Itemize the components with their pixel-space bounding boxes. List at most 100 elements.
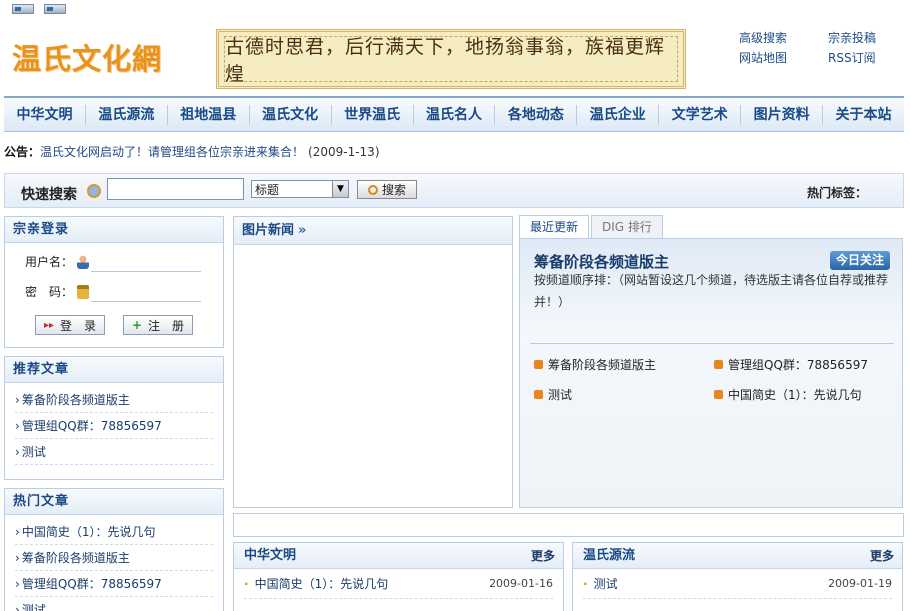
username-field[interactable] <box>91 271 201 272</box>
picture-news-header: 图片新闻» <box>234 217 512 245</box>
list-item[interactable]: 管理组QQ群：78856597 <box>15 571 213 597</box>
bookmark-icon[interactable] <box>44 4 66 14</box>
notice-date: (2009-1-13) <box>308 145 380 159</box>
news-bullet-icon <box>534 390 543 399</box>
today-focus-badge: 今日关注 <box>830 251 890 270</box>
search-type-select[interactable]: 标题 ▼ <box>251 180 349 198</box>
arrow-right-icon: ▸▸ <box>43 319 55 331</box>
recent-updates-panel: 筹备阶段各频道版主 今日关注 按频道顺序排：（网站暂设这几个频道，待选版主请各位… <box>519 238 903 508</box>
hot-tags-label: 热门标签： <box>807 186 868 200</box>
ad-strip <box>233 513 904 537</box>
nav-item[interactable]: 文学艺术 <box>659 104 742 125</box>
hot-title: 热门文章 <box>5 489 223 515</box>
hot-panel: 热门文章 中国简史（1）：先说几句 筹备阶段各频道版主 管理组QQ群：78856… <box>4 488 224 611</box>
search-input[interactable] <box>107 178 244 200</box>
list-item[interactable]: 测试 <box>15 439 213 465</box>
notice-bar: 公告：温氏文化网启动了！请管理组各位宗亲进来集合！ (2009-1-13) <box>4 143 380 160</box>
username-label: 用户名： <box>25 255 74 269</box>
category-header: 中华文明 更多 <box>234 543 563 569</box>
search-type-value: 标题 <box>255 182 280 197</box>
nav-item[interactable]: 关于本站 <box>823 105 904 125</box>
submit-article-link[interactable]: 宗亲投稿 <box>828 29 876 46</box>
category-header: 温氏源流 更多 <box>573 543 902 569</box>
update-link-text: 管理组QQ群：78856597 <box>728 358 868 372</box>
news-bullet-icon <box>714 390 723 399</box>
search-button[interactable]: 搜索 <box>357 180 417 199</box>
list-item[interactable]: 管理组QQ群：78856597 <box>15 413 213 439</box>
tab-dig-ranking[interactable]: DIG 排行 <box>591 215 663 239</box>
user-icon <box>77 254 90 269</box>
recommended-panel: 推荐文章 筹备阶段各频道版主 管理组QQ群：78856597 测试 <box>4 356 224 480</box>
site-logo[interactable]: 温氏文化網 <box>12 36 182 76</box>
advanced-search-link[interactable]: 高级搜索 <box>739 29 787 46</box>
top-mini-icons <box>12 4 66 16</box>
password-field[interactable] <box>91 301 201 302</box>
notice-label: 公告： <box>4 145 41 159</box>
list-item: 中国简史（1）：先说几句 2009-01-16 <box>244 569 553 599</box>
nav-item[interactable]: 祖地温县 <box>168 104 250 125</box>
tab-recent-updates[interactable]: 最近更新 <box>519 215 590 239</box>
category-panel-origins: 温氏源流 更多 测试 2009-01-19 <box>572 542 903 611</box>
list-item[interactable]: 筹备阶段各频道版主 <box>15 545 213 571</box>
nav-item[interactable]: 温氏文化 <box>250 104 332 125</box>
search-label: 快速搜索 <box>21 187 77 203</box>
featured-description: 按频道顺序排：（网站暂设这几个频道，待选版主请各位自荐或推荐并！） <box>534 273 889 309</box>
update-link-text: 筹备阶段各频道版主 <box>548 358 657 372</box>
window-icon[interactable] <box>12 4 34 14</box>
picture-news-title: 图片新闻 <box>242 223 295 238</box>
update-link[interactable]: 筹备阶段各频道版主 <box>534 356 656 373</box>
banner-text: 古德时思君，后行满天下，地扬翁事翁，族福更辉煌 <box>224 36 678 85</box>
list-item[interactable]: 测试 <box>15 597 213 611</box>
password-label: 密 码： <box>25 285 74 299</box>
divider <box>530 343 894 344</box>
register-button[interactable]: + 注 册 <box>123 315 193 335</box>
nav-item[interactable]: 温氏企业 <box>577 104 660 125</box>
article-link[interactable]: 中国简史（1）：先说几句 <box>244 575 389 592</box>
sitemap-link[interactable]: 网站地图 <box>739 49 787 66</box>
register-button-label: 注 册 <box>148 318 185 333</box>
more-link[interactable]: 更多 <box>870 543 894 568</box>
update-link-text: 中国简史（1）：先说几句 <box>728 388 862 402</box>
list-item[interactable]: 中国简史（1）：先说几句 <box>15 519 213 545</box>
nav-item[interactable]: 图片资料 <box>741 104 824 125</box>
search-bar: 快速搜索 标题 ▼ 搜索 热门标签： <box>4 173 904 208</box>
login-button[interactable]: ▸▸ 登 录 <box>35 315 105 335</box>
update-link-text: 测试 <box>548 388 573 402</box>
username-row: 用户名： <box>25 253 90 270</box>
main-nav: 中华文明 温氏源流 祖地温县 温氏文化 世界温氏 温氏名人 各地动态 温氏企业 … <box>4 96 904 132</box>
category-title: 温氏源流 <box>583 548 636 563</box>
rss-link[interactable]: RSS订阅 <box>828 49 876 66</box>
magnifier-icon <box>367 184 378 195</box>
nav-item[interactable]: 中华文明 <box>4 104 86 125</box>
login-title: 宗亲登录 <box>5 217 223 243</box>
recommended-title: 推荐文章 <box>5 357 223 383</box>
lock-icon <box>77 284 90 299</box>
update-link[interactable]: 测试 <box>534 386 572 403</box>
article-date: 2009-01-16 <box>489 577 553 590</box>
article-date: 2009-01-19 <box>828 577 892 590</box>
news-bullet-icon <box>714 360 723 369</box>
chevron-down-icon[interactable]: ▼ <box>332 181 348 197</box>
list-item[interactable]: 筹备阶段各频道版主 <box>15 387 213 413</box>
nav-item[interactable]: 各地动态 <box>495 104 578 125</box>
login-panel: 宗亲登录 用户名： 密 码： ▸▸ 登 录 + 注 册 <box>4 216 224 348</box>
category-panel-civilization: 中华文明 更多 中国简史（1）：先说几句 2009-01-16 <box>233 542 564 611</box>
header-banner: 古德时思君，后行满天下，地扬翁事翁，族福更辉煌 <box>216 29 686 89</box>
double-chevron-icon: » <box>298 223 307 238</box>
news-bullet-icon <box>534 360 543 369</box>
category-title: 中华文明 <box>244 548 297 563</box>
search-icon <box>87 184 101 198</box>
login-button-label: 登 录 <box>60 318 97 333</box>
more-link[interactable]: 更多 <box>531 543 555 568</box>
nav-item[interactable]: 温氏名人 <box>414 104 496 125</box>
notice-link[interactable]: 温氏文化网启动了！请管理组各位宗亲进来集合！ <box>40 145 304 159</box>
article-link[interactable]: 测试 <box>583 575 618 592</box>
update-link[interactable]: 中国简史（1）：先说几句 <box>714 386 862 403</box>
nav-item[interactable]: 世界温氏 <box>332 104 414 125</box>
list-item: 测试 2009-01-19 <box>583 569 892 599</box>
update-link[interactable]: 管理组QQ群：78856597 <box>714 356 868 373</box>
search-button-label: 搜索 <box>381 183 406 197</box>
update-tabs: 最近更新 DIG 排行 <box>519 215 663 239</box>
nav-item[interactable]: 温氏源流 <box>86 104 168 125</box>
password-row: 密 码： <box>25 283 90 300</box>
